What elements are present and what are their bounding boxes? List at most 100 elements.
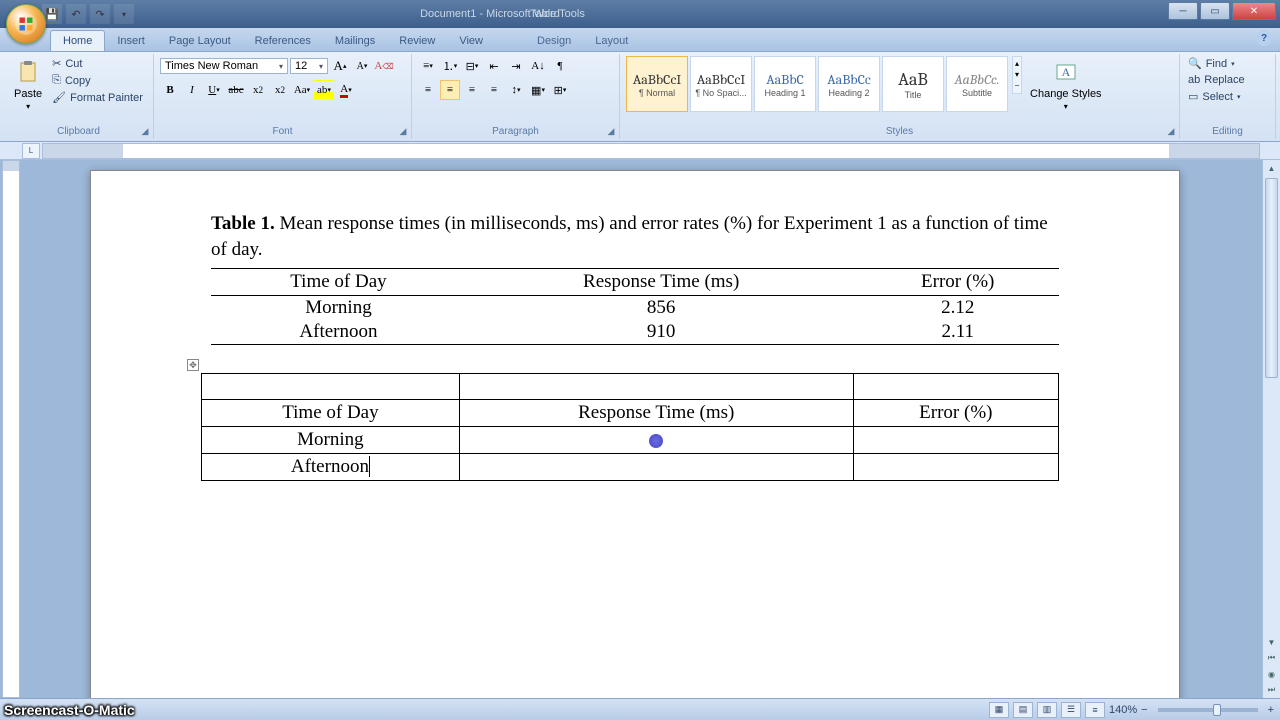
find-button[interactable]: 🔍Find▾ — [1186, 56, 1237, 71]
justify-button[interactable]: ≡ — [484, 80, 504, 100]
cursor-indicator — [649, 434, 663, 448]
table-2[interactable]: Time of Day Response Time (ms) Error (%)… — [201, 373, 1059, 481]
change-case-button[interactable]: Aa▾ — [292, 80, 312, 100]
copy-button[interactable]: ⎘Copy — [50, 73, 145, 88]
subscript-button[interactable]: x2 — [248, 80, 268, 100]
superscript-button[interactable]: x2 — [270, 80, 290, 100]
statusbar: ▦ ▤ ▥ ☰ ≡ 140% − + — [0, 698, 1280, 720]
tab-home[interactable]: Home — [50, 30, 105, 51]
close-button[interactable]: ✕ — [1232, 2, 1276, 20]
bold-button[interactable]: B — [160, 80, 180, 100]
view-web[interactable]: ▥ — [1037, 702, 1057, 718]
next-page[interactable]: ⏭ — [1263, 682, 1280, 698]
style-normal[interactable]: AaBbCcI¶ Normal — [626, 56, 688, 112]
multilevel-button[interactable]: ⊟▾ — [462, 56, 482, 76]
qat-customize[interactable]: ▾ — [114, 4, 134, 24]
strike-button[interactable]: abc — [226, 80, 246, 100]
show-marks-button[interactable]: ¶ — [550, 56, 570, 76]
scroll-down[interactable]: ▼ — [1263, 634, 1280, 650]
view-outline[interactable]: ☰ — [1061, 702, 1081, 718]
qat-undo[interactable]: ↶ — [66, 4, 86, 24]
grow-font-button[interactable]: A▴ — [330, 56, 350, 76]
th-rt: Response Time (ms) — [466, 269, 857, 296]
change-styles-icon: A — [1052, 58, 1080, 86]
office-button[interactable] — [6, 4, 46, 44]
zoom-knob[interactable] — [1213, 704, 1221, 716]
styles-gallery[interactable]: AaBbCcI¶ Normal AaBbCcI¶ No Spaci... AaB… — [626, 56, 1008, 112]
clipboard-launcher[interactable]: ◢ — [139, 125, 151, 137]
tab-mailings[interactable]: Mailings — [323, 31, 387, 51]
group-clipboard: Paste ▾ ✂Cut ⎘Copy 🖌Format Painter Clipb… — [4, 54, 154, 139]
select-button[interactable]: ▭Select▾ — [1186, 89, 1243, 104]
tab-view[interactable]: View — [447, 31, 495, 51]
tab-references[interactable]: References — [243, 31, 323, 51]
replace-button[interactable]: abReplace — [1186, 73, 1247, 87]
align-right-button[interactable]: ≡ — [462, 80, 482, 100]
font-name-combo[interactable]: Times New Roman▾ — [160, 58, 288, 74]
qat-redo[interactable]: ↷ — [90, 4, 110, 24]
tab-selector[interactable]: L — [22, 143, 40, 159]
format-painter-button[interactable]: 🖌Format Painter — [50, 90, 145, 105]
contextual-tab-title: Table Tools — [530, 8, 585, 20]
decrease-indent-button[interactable]: ⇤ — [484, 56, 504, 76]
bullets-button[interactable]: ≡▾ — [418, 56, 438, 76]
tab-page-layout[interactable]: Page Layout — [157, 31, 243, 51]
font-size-combo[interactable]: 12▾ — [290, 58, 328, 74]
style-heading2[interactable]: AaBbCcHeading 2 — [818, 56, 880, 112]
shading-button[interactable]: ▦▾ — [528, 80, 548, 100]
maximize-button[interactable]: ▭ — [1200, 2, 1230, 20]
vertical-scrollbar[interactable]: ▲ ▼ ⏮ ◉ ⏭ — [1262, 160, 1280, 698]
vertical-ruler[interactable] — [2, 160, 20, 698]
scroll-up[interactable]: ▲ — [1263, 160, 1280, 176]
align-left-button[interactable]: ≡ — [418, 80, 438, 100]
page[interactable]: Table 1. Mean response times (in millise… — [90, 170, 1180, 698]
clear-format-button[interactable]: A⌫ — [374, 56, 394, 76]
shrink-font-button[interactable]: A▾ — [352, 56, 372, 76]
minimize-button[interactable]: ─ — [1168, 2, 1198, 20]
sort-button[interactable]: A↓ — [528, 56, 548, 76]
window-title: Document1 - Microsoft Word — [180, 8, 800, 20]
italic-button[interactable]: I — [182, 80, 202, 100]
cut-button[interactable]: ✂Cut — [50, 56, 145, 71]
style-title[interactable]: AaBTitle — [882, 56, 944, 112]
line-spacing-button[interactable]: ↕▾ — [506, 80, 526, 100]
zoom-out[interactable]: − — [1141, 704, 1147, 716]
view-print-layout[interactable]: ▦ — [989, 702, 1009, 718]
watermark: Screencast-O-Matic — [4, 702, 135, 718]
text-cursor — [369, 456, 370, 477]
style-subtitle[interactable]: AaBbCc.Subtitle — [946, 56, 1008, 112]
numbering-button[interactable]: ⒈▾ — [440, 56, 460, 76]
styles-scroll[interactable]: ▴▾⎯ — [1012, 56, 1022, 94]
style-heading1[interactable]: AaBbCHeading 1 — [754, 56, 816, 112]
paste-button[interactable]: Paste ▾ — [10, 56, 46, 113]
help-icon[interactable]: ? — [1256, 30, 1272, 46]
zoom-level[interactable]: 140% — [1109, 704, 1137, 716]
highlight-button[interactable]: ab▾ — [314, 80, 334, 100]
font-launcher[interactable]: ◢ — [397, 125, 409, 137]
zoom-in[interactable]: + — [1268, 704, 1274, 716]
group-paragraph: ≡▾ ⒈▾ ⊟▾ ⇤ ⇥ A↓ ¶ ≡ ≡ ≡ ≡ ↕▾ ▦▾ ⊞▾ Parag… — [412, 54, 620, 139]
zoom-slider[interactable] — [1158, 708, 1258, 712]
change-styles-button[interactable]: A Change Styles ▾ — [1026, 56, 1106, 113]
ribbon-tabs: Home Insert Page Layout References Maili… — [0, 28, 1280, 52]
group-styles: AaBbCcI¶ Normal AaBbCcI¶ No Spaci... AaB… — [620, 54, 1180, 139]
borders-button[interactable]: ⊞▾ — [550, 80, 570, 100]
tab-insert[interactable]: Insert — [105, 31, 157, 51]
tab-review[interactable]: Review — [387, 31, 447, 51]
tab-layout[interactable]: Layout — [583, 31, 640, 51]
font-color-button[interactable]: A▾ — [336, 80, 356, 100]
styles-launcher[interactable]: ◢ — [1165, 125, 1177, 137]
paragraph-launcher[interactable]: ◢ — [605, 125, 617, 137]
view-draft[interactable]: ≡ — [1085, 702, 1105, 718]
horizontal-ruler[interactable] — [42, 143, 1260, 159]
view-full-screen[interactable]: ▤ — [1013, 702, 1033, 718]
browse-object[interactable]: ◉ — [1263, 666, 1280, 682]
align-center-button[interactable]: ≡ — [440, 80, 460, 100]
table-move-handle[interactable]: ✥ — [187, 359, 199, 371]
scroll-thumb[interactable] — [1265, 178, 1278, 378]
increase-indent-button[interactable]: ⇥ — [506, 56, 526, 76]
prev-page[interactable]: ⏮ — [1263, 650, 1280, 666]
tab-design[interactable]: Design — [525, 31, 583, 51]
underline-button[interactable]: U▾ — [204, 80, 224, 100]
style-nospacing[interactable]: AaBbCcI¶ No Spaci... — [690, 56, 752, 112]
